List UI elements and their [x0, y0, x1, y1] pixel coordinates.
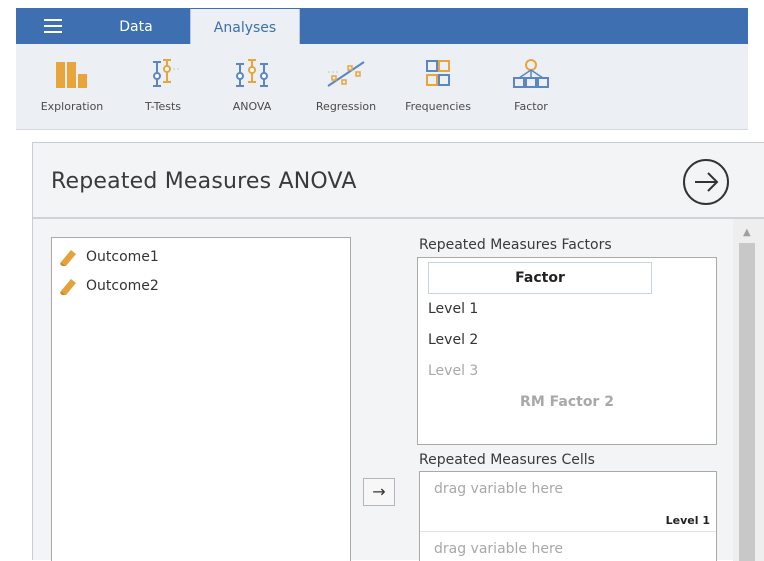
ribbon-item-exploration[interactable]: Exploration	[36, 50, 108, 126]
analysis-options-panel: Repeated Measures ANOVA Outcome1 Outcome…	[32, 142, 764, 561]
factor-name-input[interactable]	[428, 262, 652, 294]
scroll-up-icon[interactable]: ▲	[743, 227, 751, 238]
tab-analyses[interactable]: Analyses	[190, 9, 300, 44]
regression-icon	[327, 61, 365, 87]
list-item[interactable]: Outcome2	[58, 275, 159, 297]
variables-list[interactable]: Outcome1 Outcome2	[51, 237, 351, 561]
ribbon-label: Factor	[514, 100, 548, 113]
ribbon-label: Regression	[315, 100, 377, 113]
page-title: Repeated Measures ANOVA	[51, 169, 357, 194]
ribbon-item-t-tests[interactable]: T-Tests	[128, 50, 198, 126]
ribbon-item-frequencies[interactable]: Frequencies	[400, 50, 476, 126]
variable-name: Outcome1	[86, 249, 159, 265]
panel-scrollbar[interactable]: ▲	[733, 219, 764, 561]
rm-cells-box[interactable]: drag variable here Level 1 drag variable…	[419, 471, 717, 561]
cell-divider	[420, 531, 716, 532]
ribbon-label: Frequencies	[405, 100, 471, 113]
rm-factors-box: Level 1 Level 2 Level 3 RM Factor 2	[417, 257, 717, 445]
tab-data[interactable]: Data	[116, 8, 156, 44]
analyses-ribbon: Exploration T-Tests ANOVA Regression Fre…	[16, 44, 748, 130]
hamburger-menu-icon[interactable]	[44, 18, 62, 34]
list-item[interactable]: Outcome1	[58, 246, 159, 268]
ribbon-item-regression[interactable]: Regression	[306, 50, 386, 126]
variable-name: Outcome2	[86, 278, 159, 294]
level-2-item[interactable]: Level 2	[428, 332, 478, 348]
move-variable-button[interactable]: →	[363, 478, 395, 506]
ribbon-item-anova[interactable]: ANOVA	[220, 50, 284, 126]
continuous-variable-icon	[60, 250, 76, 266]
scrollbar-thumb[interactable]	[739, 243, 755, 561]
level-1-item[interactable]: Level 1	[428, 301, 478, 317]
factor-icon	[513, 59, 549, 88]
rm-factor-2-placeholder[interactable]: RM Factor 2	[418, 394, 716, 410]
ribbon-label: Exploration	[40, 100, 104, 113]
continuous-variable-icon	[60, 279, 76, 295]
rm-factors-label: Repeated Measures Factors	[419, 237, 612, 253]
ribbon-label: ANOVA	[232, 100, 272, 113]
ribbon-item-factor[interactable]: Factor	[496, 50, 566, 126]
ribbon-label: T-Tests	[144, 100, 182, 113]
t-tests-icon	[153, 59, 181, 87]
anova-icon	[236, 59, 268, 87]
top-navigation-bar: Data Analyses	[16, 8, 748, 44]
level-3-placeholder[interactable]: Level 3	[428, 363, 478, 379]
cell-level-label: Level 1	[665, 514, 710, 527]
frequencies-icon	[426, 60, 450, 86]
panel-divider	[33, 217, 764, 219]
rm-cells-label: Repeated Measures Cells	[419, 452, 595, 468]
drop-target-placeholder[interactable]: drag variable here	[434, 481, 563, 497]
arrow-right-circle-icon[interactable]	[681, 157, 731, 207]
exploration-icon	[56, 62, 87, 88]
drop-target-placeholder[interactable]: drag variable here	[434, 541, 563, 557]
